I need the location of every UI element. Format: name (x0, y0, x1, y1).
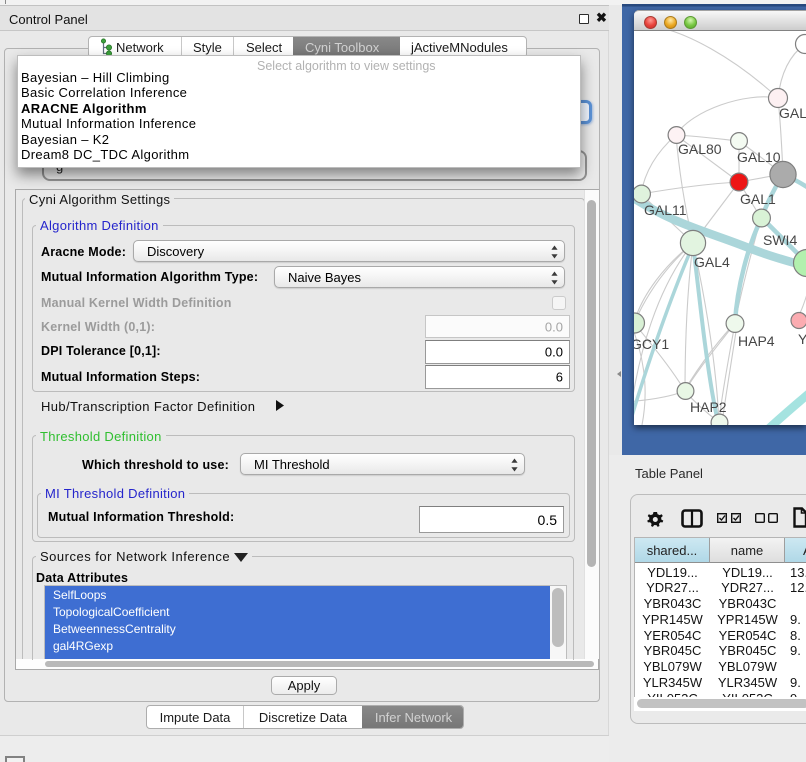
svg-text:SWI4: SWI4 (763, 232, 797, 248)
svg-text:HAP4: HAP4 (738, 333, 775, 349)
svg-text:GCY1: GCY1 (634, 336, 669, 352)
svg-text:GAL11: GAL11 (644, 202, 687, 218)
svg-text:GAL10: GAL10 (737, 149, 781, 165)
svg-text:Y: Y (798, 331, 806, 347)
svg-text:GAL7: GAL7 (779, 105, 806, 121)
svg-text:GAL1: GAL1 (740, 191, 776, 207)
svg-text:HAP2: HAP2 (690, 399, 727, 415)
svg-text:GAL4: GAL4 (694, 254, 730, 270)
svg-text:GAL80: GAL80 (678, 141, 722, 157)
